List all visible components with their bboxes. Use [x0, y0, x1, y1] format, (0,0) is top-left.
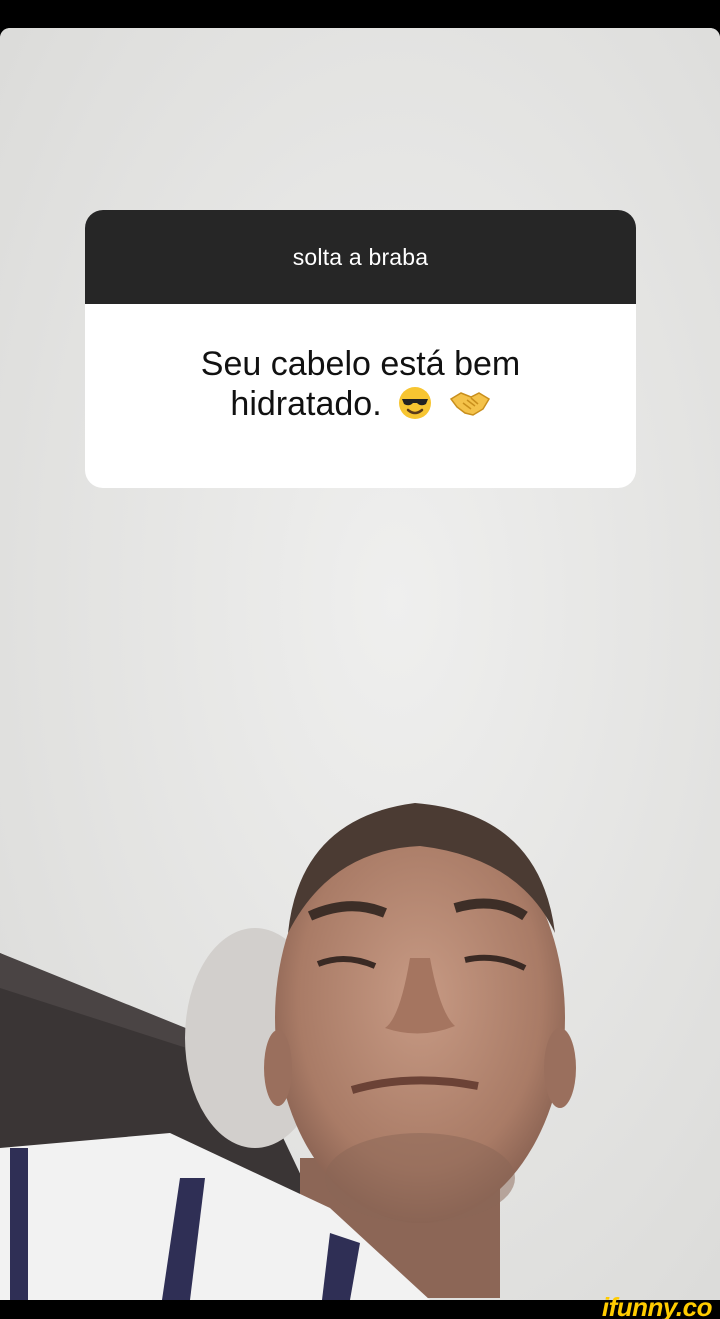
question-header: solta a braba [85, 210, 636, 304]
question-prompt: solta a braba [292, 243, 429, 270]
answer-line-1: Seu cabelo está bem [200, 345, 521, 383]
answer-text: Seu cabelo está bem hidratado. [201, 344, 520, 430]
answer-line-2: hidratado. [230, 385, 382, 423]
question-sticker: solta a braba Seu cabelo está bem hidrat… [85, 210, 636, 488]
question-answer: Seu cabelo está bem hidratado. [85, 304, 636, 488]
handshake-icon [449, 385, 491, 430]
story-screen: solta a braba Seu cabelo está bem hidrat… [0, 0, 720, 1319]
ifunny-watermark: ifunny.co [601, 1292, 713, 1319]
smiling-face-with-sunglasses-icon [397, 385, 433, 430]
